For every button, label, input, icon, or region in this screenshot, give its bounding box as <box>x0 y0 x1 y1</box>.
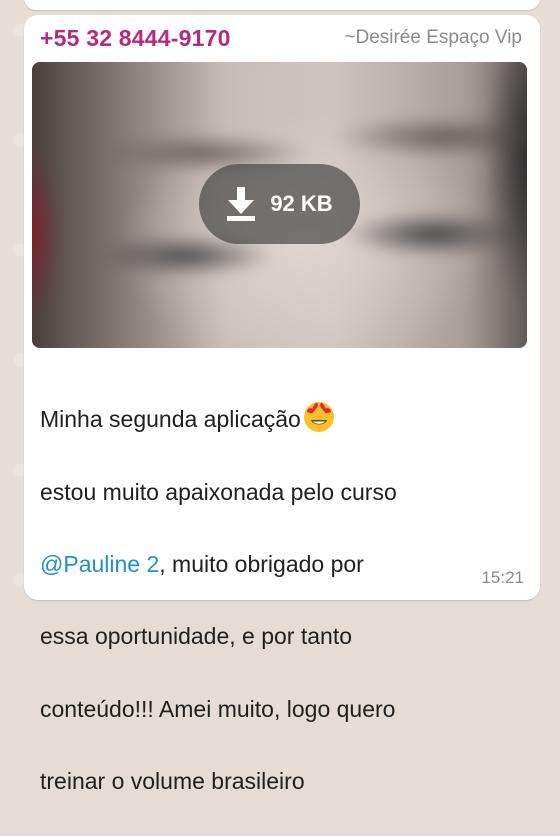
message-text-line6: treinar o volume brasileiro <box>40 768 305 795</box>
sender-phone-number[interactable]: +55 32 8444-9170 <box>40 25 231 52</box>
message-line: conteúdo!!! Amei muito, logo quero <box>40 691 510 727</box>
download-arrow-icon <box>227 187 256 221</box>
message-line: Minha segunda aplicação <box>40 401 510 437</box>
sender-display-name: ~Desirée Espaço Vip <box>344 27 522 48</box>
message-line: @Pauline 2, muito obrigado por <box>40 546 510 582</box>
file-size-label: 92 KB <box>270 191 333 216</box>
message-body: Minha segunda aplicação estou muito apai… <box>40 365 510 836</box>
download-button[interactable]: 92 KB <box>199 164 360 244</box>
message-line: treinar o volume brasileiro <box>40 763 510 799</box>
message-text-line5: conteúdo!!! Amei muito, logo quero <box>40 695 396 722</box>
message-timestamp: 15:21 <box>481 568 524 587</box>
message-text-line1: Minha segunda aplicação <box>40 406 301 433</box>
message-line: estou muito apaixonada pelo curso <box>40 474 510 510</box>
message-bubble[interactable]: +55 32 8444-9170 ~Desirée Espaço Vip 92 … <box>24 15 540 794</box>
message-text-line4: essa oportunidade, e por tanto <box>40 623 353 650</box>
message-line: essa oportunidade, e por tanto <box>40 618 510 654</box>
mention-link[interactable]: @Pauline 2 <box>40 551 159 577</box>
image-preview[interactable]: 92 KB <box>32 62 527 348</box>
message-text-line2: estou muito apaixonada pelo curso <box>40 478 397 505</box>
message-text-line3: , muito obrigado por <box>159 551 364 578</box>
sender-header: +55 32 8444-9170 ~Desirée Espaço Vip <box>40 25 524 55</box>
previous-message-bubble[interactable] <box>24 0 540 10</box>
heart-eyes-emoji-icon <box>303 402 334 433</box>
